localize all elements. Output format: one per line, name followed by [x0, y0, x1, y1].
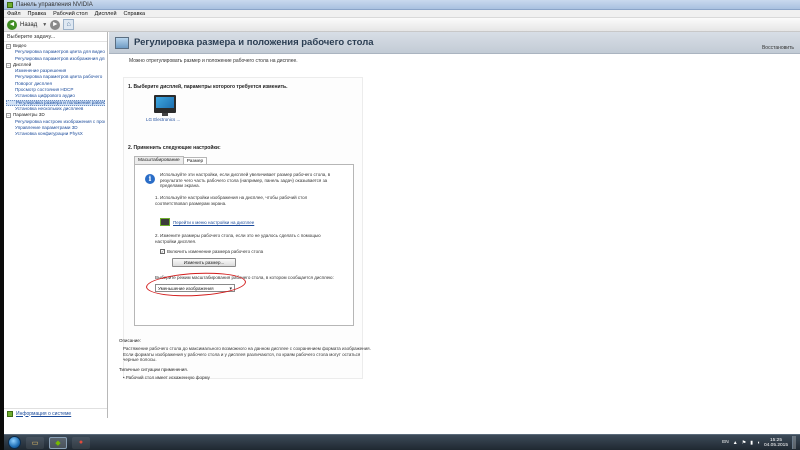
step1-heading: 1. Выберите дисплей, параметры которого …	[128, 84, 288, 90]
clock-date: 04.05.2015	[763, 442, 788, 448]
option2-text: 2. Измените размеры рабочего стола, если…	[155, 233, 321, 244]
toolbar: ◄ Назад ▼ ► ⌂	[4, 18, 800, 32]
settings-panel: 1. Выберите дисплей, параметры которого …	[123, 77, 363, 379]
typical-usage-heading: Типичные ситуации применения.	[119, 367, 188, 372]
page-subtitle: Можно отрегулировать размер и положение …	[129, 58, 298, 64]
size-tab-content: i Используйте эти настройки, если диспле…	[134, 164, 354, 326]
system-info-icon	[7, 410, 13, 417]
collapse-icon[interactable]: −	[6, 43, 11, 49]
nvidia-app-icon	[7, 2, 13, 8]
display-menu-icon	[160, 218, 170, 226]
checkbox-checked-icon[interactable]: ✓	[160, 249, 165, 254]
info-text: Используйте эти настройки, если дисплей …	[160, 172, 331, 188]
system-info-link[interactable]: Информация о системе	[16, 411, 71, 417]
title-bar: Панель управления NVIDIA	[4, 0, 800, 10]
option1-text: 1. Используйте настройки изображения на …	[155, 195, 308, 206]
menu-bar: Файл Правка Рабочий стол Дисплей Справка	[4, 10, 800, 18]
description-heading: Описание:	[119, 338, 141, 343]
language-indicator[interactable]: EN	[722, 440, 729, 445]
menu-edit[interactable]: Правка	[28, 11, 47, 17]
taskbar: ▭ ◆ ● EN ▲ ⚑ ▮ ◖ 15:25 04.05.2015	[4, 434, 800, 450]
restore-defaults-link[interactable]: Восстановить	[762, 45, 794, 51]
show-desktop-button[interactable]	[792, 436, 796, 449]
forward-arrow-icon[interactable]: ►	[50, 19, 61, 30]
info-icon: i	[145, 174, 155, 184]
step2-heading: 2. Применить следующие настройки:	[128, 145, 221, 151]
resize-button[interactable]: Изменить размер...	[172, 258, 236, 267]
display-menu-link[interactable]: Перейти к меню настройки на дисплее	[173, 220, 254, 225]
enable-resize-checkbox[interactable]: ✓ Включить изменение размера рабочего ст…	[160, 249, 263, 254]
volume-icon[interactable]: ◖	[757, 440, 760, 446]
description-text: Растяжение рабочего стола до максимально…	[123, 346, 371, 362]
back-button-label[interactable]: Назад	[20, 22, 37, 28]
tree-item-physx[interactable]: Установка конфигурации PhysX	[6, 131, 105, 137]
page-header: Регулировка размера и положения рабочего…	[109, 32, 800, 54]
menu-file[interactable]: Файл	[7, 11, 21, 17]
chrome-taskbar-icon[interactable]: ●	[72, 436, 90, 449]
clock[interactable]: 15:25 04.05.2015	[764, 438, 788, 448]
explorer-taskbar-icon[interactable]: ▭	[26, 436, 44, 449]
desktop-size-icon	[115, 36, 129, 49]
sidebar-footer: Информация о системе	[4, 408, 107, 418]
menu-desktop[interactable]: Рабочий стол	[53, 11, 88, 17]
menu-help[interactable]: Справка	[124, 11, 146, 17]
collapse-icon[interactable]: −	[6, 112, 11, 118]
nvidia-taskbar-icon[interactable]: ◆	[49, 436, 67, 449]
main-content: Регулировка размера и положения рабочего…	[109, 32, 800, 418]
task-sidebar: Выберите задачу... − Видео Регулировка па…	[4, 32, 108, 418]
window-title: Панель управления NVIDIA	[16, 2, 93, 8]
collapse-icon[interactable]: −	[6, 62, 11, 68]
home-icon[interactable]: ⌂	[63, 19, 75, 30]
network-icon[interactable]: ▮	[750, 440, 753, 446]
screen: Панель управления NVIDIA Файл Правка Раб…	[4, 0, 800, 450]
monitor-icon[interactable]	[154, 95, 176, 116]
sidebar-header: Выберите задачу...	[4, 32, 107, 42]
action-center-icon[interactable]: ⚑	[742, 440, 746, 446]
system-tray: EN ▲ ⚑ ▮ ◖ 15:25 04.05.2015	[722, 436, 796, 449]
tray-expand-icon[interactable]: ▲	[733, 440, 738, 446]
start-button[interactable]	[8, 436, 21, 449]
back-arrow-icon[interactable]: ◄	[7, 19, 17, 30]
page-title: Регулировка размера и положения рабочего…	[134, 37, 374, 48]
back-history-dropdown-icon[interactable]: ▼	[42, 22, 47, 28]
monitor-label[interactable]: LG Electronics ...	[146, 117, 180, 122]
typical-usage-item: • Рабочий стол имеет искаженную форму	[123, 375, 210, 380]
checkbox-label: Включить изменение размера рабочего стол…	[167, 249, 264, 254]
menu-display[interactable]: Дисплей	[95, 11, 117, 17]
task-tree: − Видео Регулировка параметров цвета для …	[4, 42, 107, 138]
